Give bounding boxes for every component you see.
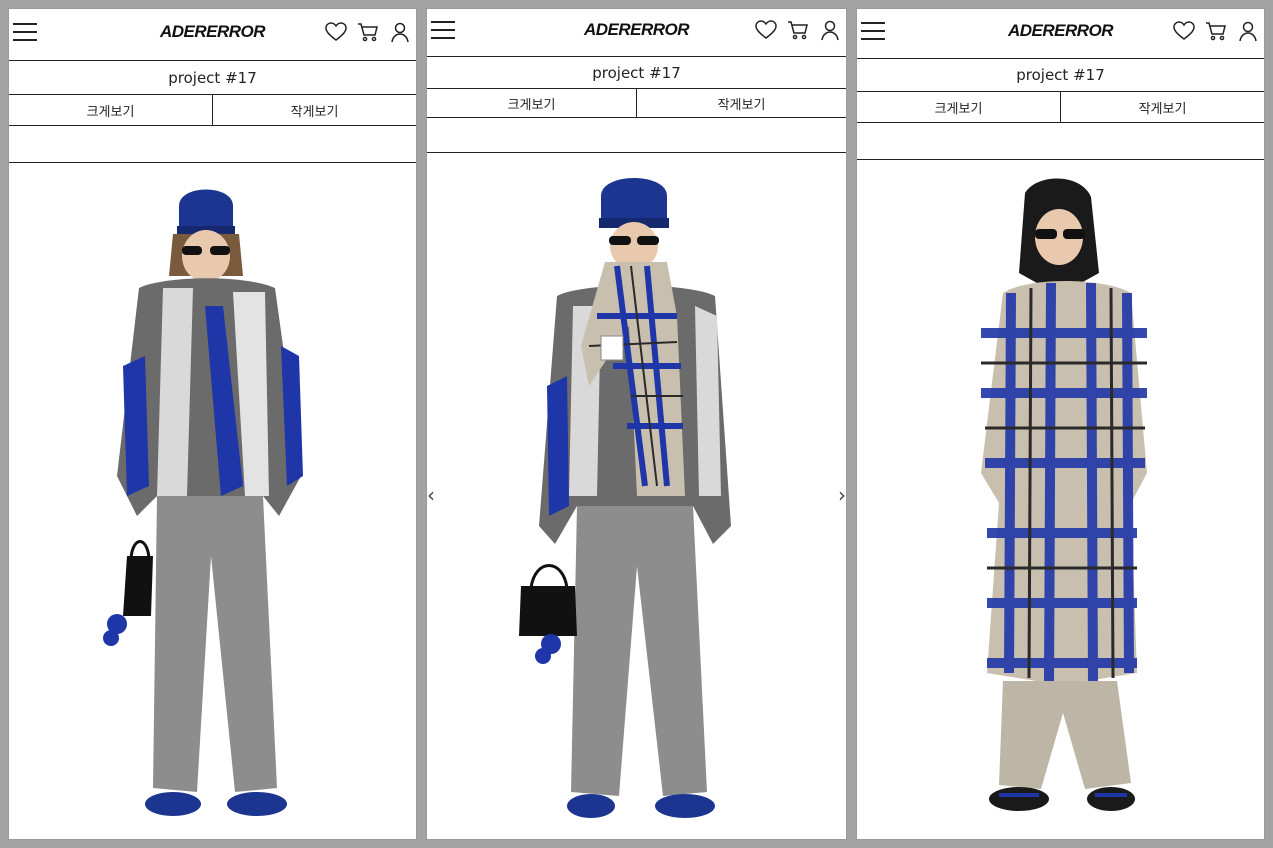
model-figure	[980, 178, 1147, 811]
top-header: ADERERROR	[427, 9, 846, 57]
heart-icon[interactable]	[1172, 20, 1196, 42]
cart-icon[interactable]	[1204, 20, 1228, 42]
collection-title: project #17	[857, 59, 1264, 92]
collection-title: project #17	[427, 57, 846, 89]
heart-icon[interactable]	[754, 19, 778, 41]
collection-title: project #17	[9, 61, 416, 95]
model-figure	[518, 178, 731, 818]
product-photo[interactable]	[9, 164, 416, 839]
view-small-button[interactable]: 작게보기	[636, 89, 846, 117]
cart-icon[interactable]	[786, 19, 810, 41]
header-icons	[754, 19, 842, 41]
view-large-button[interactable]: 크게보기	[857, 92, 1060, 122]
view-small-button[interactable]: 작게보기	[212, 95, 416, 125]
spacer-row	[9, 126, 416, 163]
view-toggle: 크게보기 작게보기	[9, 95, 416, 126]
product-view-panel-2: ADERERROR project #17 크게보기 작게보기 ‹ ›	[426, 8, 847, 840]
spacer-row	[857, 123, 1264, 160]
header-icons	[1172, 20, 1260, 42]
view-toggle: 크게보기 작게보기	[427, 89, 846, 118]
spacer-row	[427, 118, 846, 153]
view-small-button[interactable]: 작게보기	[1060, 92, 1264, 122]
product-photo[interactable]	[857, 161, 1264, 839]
product-view-panel-1: ADERERROR project #17 크게보기 작게보기	[8, 8, 417, 840]
header-icons	[324, 21, 412, 43]
view-toggle: 크게보기 작게보기	[857, 92, 1264, 123]
product-view-panel-3: ADERERROR project #17 크게보기 작게보기	[856, 8, 1265, 840]
top-header: ADERERROR	[9, 9, 416, 61]
model-figure	[102, 189, 303, 816]
user-icon[interactable]	[818, 19, 842, 41]
user-icon[interactable]	[1236, 20, 1260, 42]
next-arrow-icon[interactable]: ›	[838, 483, 846, 507]
prev-arrow-icon[interactable]: ‹	[427, 483, 435, 507]
view-large-button[interactable]: 크게보기	[9, 95, 212, 125]
view-large-button[interactable]: 크게보기	[427, 89, 636, 117]
cart-icon[interactable]	[356, 21, 380, 43]
heart-icon[interactable]	[324, 21, 348, 43]
top-header: ADERERROR	[857, 9, 1264, 59]
product-photo[interactable]	[427, 154, 846, 839]
user-icon[interactable]	[388, 21, 412, 43]
